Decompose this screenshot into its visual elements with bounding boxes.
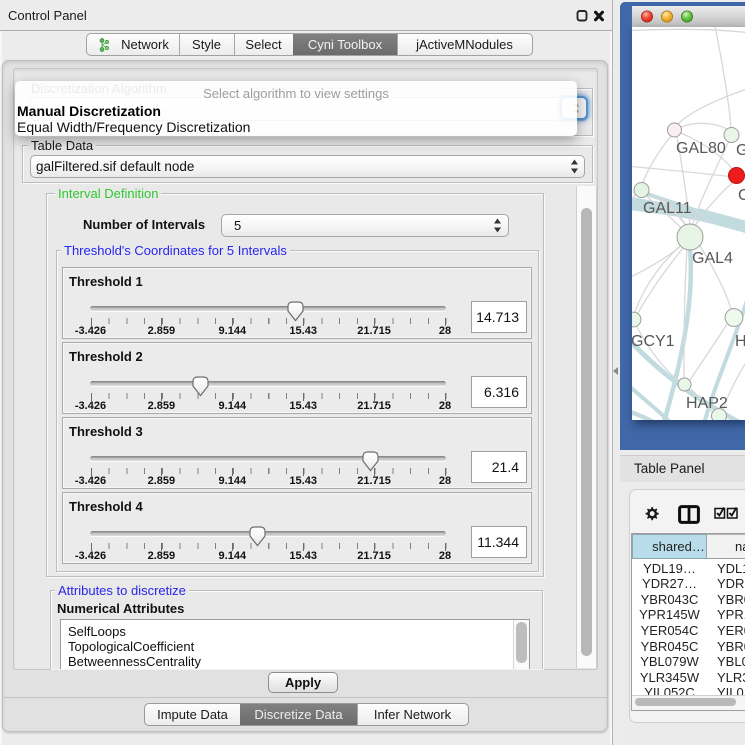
svg-text:GCY1: GCY1 — [632, 333, 675, 350]
svg-text:GAL80: GAL80 — [676, 140, 726, 157]
svg-text:HAP2: HAP2 — [686, 395, 728, 412]
svg-text:GAL4: GAL4 — [692, 250, 733, 267]
svg-text:GAL11: GAL11 — [643, 200, 692, 217]
svg-text:CY: CY — [738, 187, 745, 204]
svg-text:HI: HI — [735, 333, 745, 350]
svg-text:GA: GA — [736, 142, 745, 159]
